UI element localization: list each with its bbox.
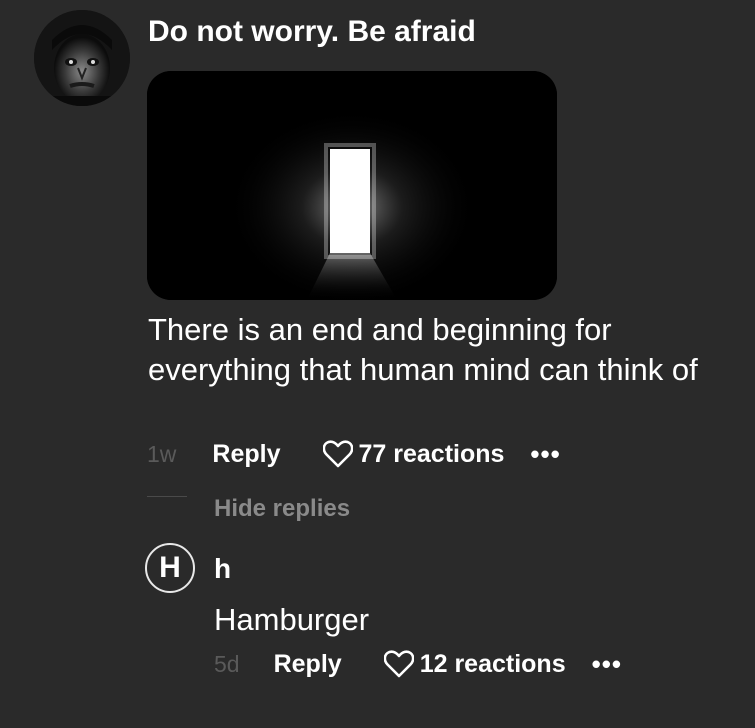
more-dots-icon[interactable]: ••• xyxy=(592,649,622,680)
attached-image[interactable] xyxy=(147,71,557,300)
heart-outline-icon xyxy=(322,440,353,468)
hide-replies-button[interactable]: Hide replies xyxy=(214,492,350,526)
more-dots-icon[interactable]: ••• xyxy=(530,439,560,470)
reply-timestamp: 5d xyxy=(214,650,240,677)
heart-outline-icon xyxy=(383,650,414,678)
avatar-portrait-image xyxy=(34,10,130,106)
reply-avatar-letter: H xyxy=(159,551,181,584)
reactions-count: 77 reactions xyxy=(358,439,505,468)
reply-author[interactable]: h xyxy=(214,551,231,587)
comment-body: There is an end and beginning for everyt… xyxy=(148,312,698,387)
reply-reactions-count: 12 reactions xyxy=(419,649,566,678)
user-avatar[interactable] xyxy=(34,10,130,106)
reply-avatar[interactable]: H xyxy=(145,543,195,593)
reply-reply-button[interactable]: Reply xyxy=(274,650,342,679)
replies-divider xyxy=(147,496,187,497)
door-light-image xyxy=(147,71,557,300)
comment-thread: Do not worry. Be afraid There is an end … xyxy=(0,0,755,728)
reactions-button[interactable]: 77 reactions xyxy=(322,439,505,469)
reply-actions: 5d Reply 12 reactions ••• xyxy=(214,646,622,682)
comment-author[interactable]: Do not worry. Be afraid xyxy=(148,13,476,51)
comment-actions: 1w Reply 77 reactions ••• xyxy=(147,436,561,472)
reply-reactions-button[interactable]: 12 reactions xyxy=(383,649,566,679)
reply-body: Hamburger xyxy=(214,602,370,637)
reply-button[interactable]: Reply xyxy=(212,440,280,469)
comment-timestamp: 1w xyxy=(147,440,177,467)
